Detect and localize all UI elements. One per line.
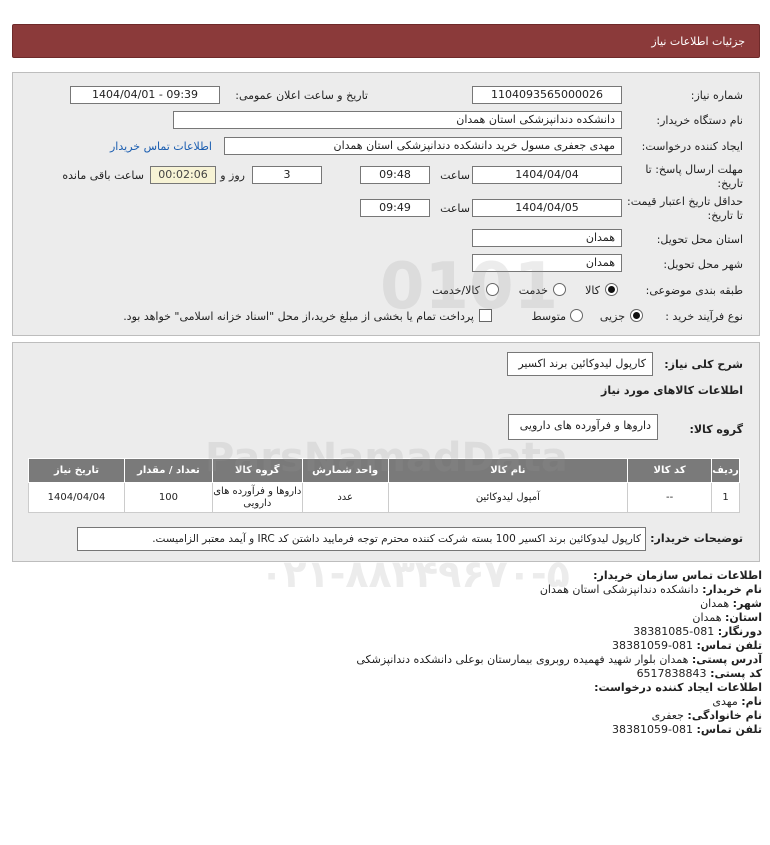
contact-city: شهر: همدان	[700, 597, 762, 610]
deadline-date-field: 1404/04/04	[472, 166, 622, 184]
col-quantity: تعداد / مقدار	[123, 458, 213, 483]
col-code: کد کالا	[627, 458, 713, 483]
process-minor-label: جزیی	[599, 310, 625, 323]
deadline-time-label: ساعت	[440, 169, 470, 182]
page-title: جزئیات اطلاعات نیاز	[651, 35, 745, 48]
col-row: ردیف	[711, 458, 740, 483]
validity-label: حداقل تاریخ اعتبار قیمت: تا تاریخ:	[627, 195, 743, 222]
cell-code: --	[627, 482, 713, 513]
goods-group-field: داروها و فرآورده های دارویی	[508, 414, 658, 440]
cell-row: 1	[711, 482, 740, 513]
summary-label: شرح کلی نیاز:	[664, 358, 743, 371]
contact-postal: کد پستی: 6517838843	[636, 667, 762, 680]
treasury-payment-checkbox[interactable]	[479, 309, 492, 322]
category-service-radio[interactable]	[553, 283, 566, 296]
days-label: روز و	[220, 169, 245, 182]
contact-province: استان: همدان	[692, 611, 762, 624]
deadline-label: مهلت ارسال پاسخ: تا تاریخ:	[645, 163, 743, 190]
process-label: نوع فرآیند خرید :	[665, 310, 743, 323]
goods-table: ردیف کد کالا نام کالا واحد شمارش گروه کا…	[28, 458, 740, 513]
validity-time-field: 09:49	[360, 199, 430, 217]
contact-buyer-name: نام خریدار: دانشکده دندانپزشکی استان همد…	[539, 583, 762, 596]
buyer-org-label: نام دستگاه خریدار:	[656, 114, 743, 127]
buyer-notes-field: کارپول لیدوکائین برند اکسیر 100 بسته شرک…	[77, 527, 646, 551]
goods-info-title: اطلاعات کالاهای مورد نیاز	[601, 384, 743, 397]
buyer-contact-link[interactable]: اطلاعات تماس خریدار	[110, 140, 212, 153]
category-service-label: خدمت	[518, 284, 548, 297]
requester-label: ایجاد کننده درخواست:	[641, 140, 743, 153]
cell-quantity: 100	[123, 482, 213, 513]
table-row: 1 -- آمپول لیدوکائین عدد داروها و فرآورد…	[28, 482, 740, 513]
creator-title: اطلاعات ایجاد کننده درخواست:	[594, 681, 762, 694]
payment-note: پرداخت تمام یا بخشی از مبلغ خرید،از محل …	[123, 310, 474, 323]
category-goods-service-label: کالا/خدمت	[432, 284, 480, 297]
buyer-notes-label: توضیحات خریدار:	[650, 532, 743, 545]
contact-phone: تلفن تماس: 081-38381059	[612, 639, 762, 652]
validity-date-field: 1404/04/05	[472, 199, 622, 217]
summary-field: کارپول لیدوکائین برند اکسیر	[507, 352, 653, 376]
city-label: شهر محل تحویل:	[663, 258, 743, 271]
remaining-label: ساعت باقی مانده	[62, 169, 144, 182]
col-group: گروه کالا	[211, 458, 303, 483]
contact-title: اطلاعات تماس سازمان خریدار:	[593, 569, 762, 582]
creator-first-name: نام: مهدی	[712, 695, 762, 708]
requester-field: مهدی جعفری مسول خرید دانشکده دندانپزشکی …	[224, 137, 622, 155]
page-header: جزئیات اطلاعات نیاز	[12, 24, 760, 58]
category-label: طبقه بندی موضوعی:	[645, 284, 743, 297]
process-medium-radio[interactable]	[570, 309, 583, 322]
contact-fax: دورنگار: 081-38381085	[633, 625, 762, 638]
creator-last-name: نام خانوادگی: جعفری	[651, 709, 762, 722]
cell-name: آمپول لیدوکائین	[387, 482, 629, 513]
remaining-time-field: 00:02:06	[150, 166, 216, 184]
cell-unit: عدد	[301, 482, 389, 513]
col-unit: واحد شمارش	[301, 458, 389, 483]
buyer-org-field: دانشکده دندانپزشکی استان همدان	[173, 111, 622, 129]
province-label: استان محل تحویل:	[656, 233, 743, 246]
need-number-label: شماره نیاز:	[690, 89, 743, 102]
days-field: 3	[252, 166, 322, 184]
cell-group: داروها و فرآورده های دارویی	[211, 482, 303, 513]
cell-date: 1404/04/04	[28, 482, 125, 513]
col-name: نام کالا	[387, 458, 629, 483]
category-goods-radio[interactable]	[605, 283, 618, 296]
process-medium-label: متوسط	[531, 310, 566, 323]
announce-label: تاریخ و ساعت اعلان عمومی:	[235, 89, 368, 102]
process-minor-radio[interactable]	[630, 309, 643, 322]
category-goods-label: کالا	[585, 284, 600, 297]
contact-address: آدرس پستی: همدان بلوار شهید فهمیده روبرو…	[356, 653, 762, 666]
city-field: همدان	[472, 254, 622, 272]
deadline-time-field: 09:48	[360, 166, 430, 184]
category-goods-service-radio[interactable]	[486, 283, 499, 296]
col-date: تاریخ نیاز	[28, 458, 125, 483]
creator-phone: تلفن تماس: 081-38381059	[612, 723, 762, 736]
validity-time-label: ساعت	[440, 202, 470, 215]
announce-date-field: 1404/04/01 - 09:39	[70, 86, 220, 104]
goods-group-label: گروه کالا:	[689, 423, 743, 436]
goods-table-header: ردیف کد کالا نام کالا واحد شمارش گروه کا…	[28, 458, 740, 483]
province-field: همدان	[472, 229, 622, 247]
need-number-field: 1104093565000026	[472, 86, 622, 104]
